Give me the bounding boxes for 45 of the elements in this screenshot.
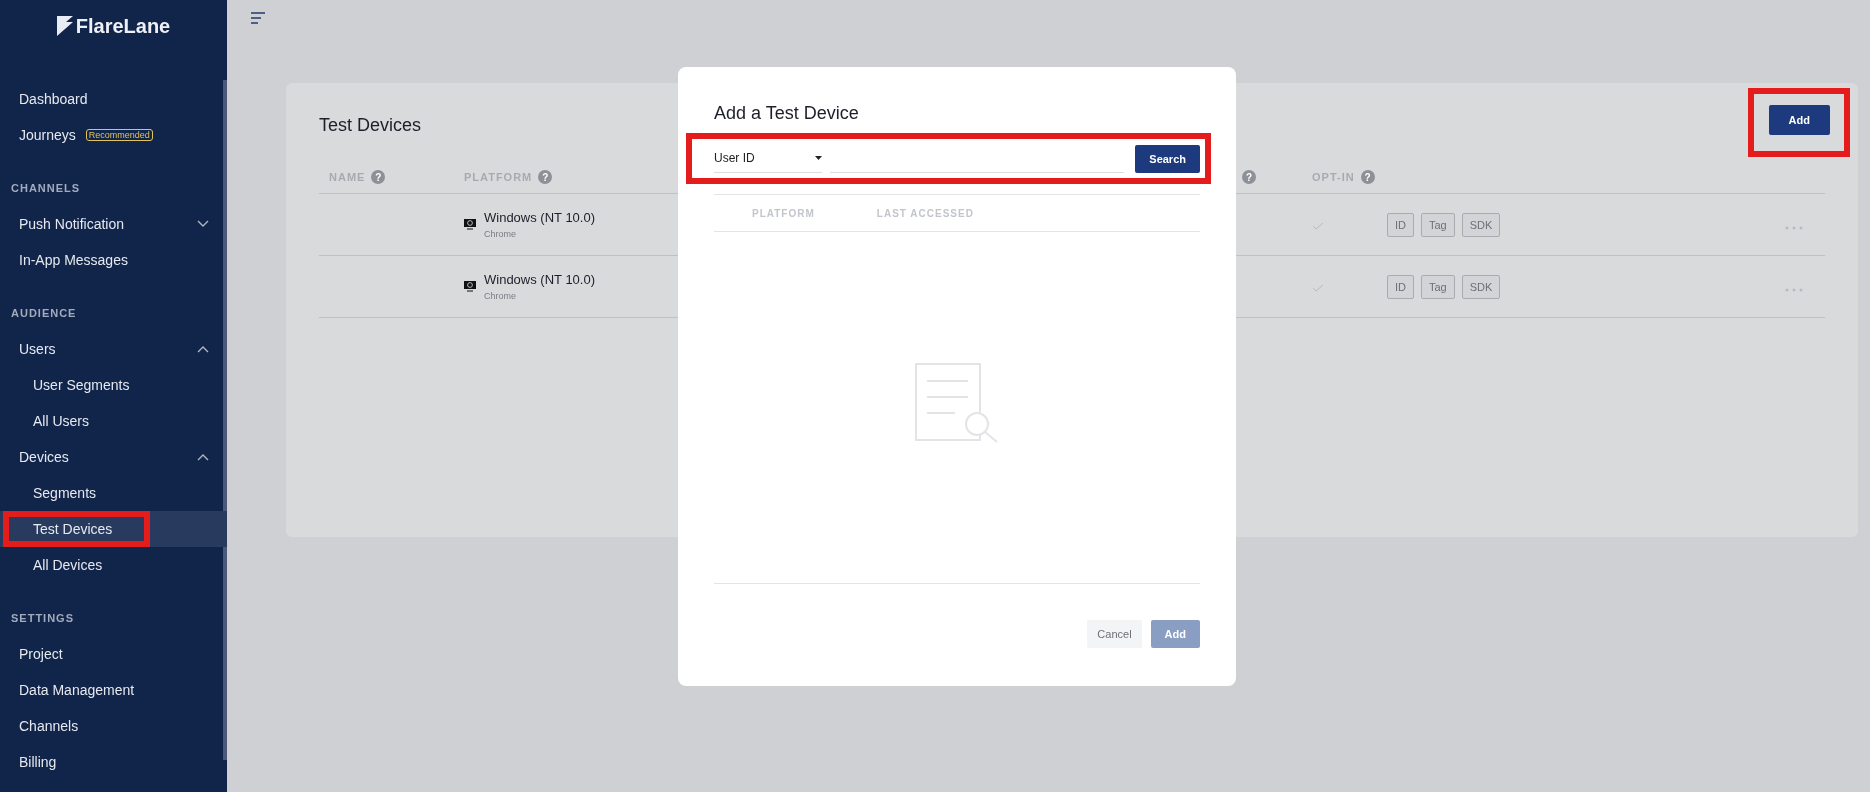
column-header: LAST ACCESSED xyxy=(876,207,974,219)
nav-item[interactable]: Journeys Recommended xyxy=(0,117,227,153)
nav-item[interactable]: Push Notification xyxy=(0,206,227,242)
section-heading: CHANNELS xyxy=(10,181,82,196)
browser-name: Chrome xyxy=(484,291,517,301)
nav-subitem[interactable]: Test Devices xyxy=(0,511,227,547)
dialog-title: Add a Test Device xyxy=(714,103,860,124)
browser-name: Chrome xyxy=(484,229,517,239)
action-tag-button[interactable]: SDK xyxy=(1461,212,1501,237)
section-heading: AUDIENCE xyxy=(10,306,78,321)
nav-item[interactable]: Project xyxy=(0,636,227,672)
nav-item[interactable]: Channels xyxy=(0,708,227,744)
nav-subitem[interactable]: Segments xyxy=(0,475,227,511)
search-type-dropdown[interactable]: User ID xyxy=(714,143,822,173)
column-header: PLATFORM xyxy=(752,207,815,219)
nav-item[interactable]: Billing xyxy=(0,744,227,780)
chevron-up-icon[interactable] xyxy=(197,453,209,461)
page-title: Test Devices xyxy=(319,115,422,136)
action-tag-button[interactable]: Tag xyxy=(1421,212,1455,237)
chevron-down-icon[interactable] xyxy=(197,220,209,228)
cancel-button[interactable]: Cancel xyxy=(1087,620,1142,648)
logo-text: FlareLane xyxy=(75,14,171,38)
platform-name: Windows (NT 10.0) xyxy=(484,210,595,225)
nav-subitem[interactable]: All Devices xyxy=(0,547,227,583)
caret-icon xyxy=(815,155,822,160)
action-tag-button[interactable]: SDK xyxy=(1461,274,1501,299)
search-button[interactable]: Search xyxy=(1135,145,1200,173)
add-button[interactable]: Add xyxy=(1768,105,1830,135)
flame-logo-icon xyxy=(56,16,73,36)
monitor-globe-icon xyxy=(464,281,476,292)
monitor-globe-icon xyxy=(464,219,476,230)
nav-subitem[interactable]: User Segments xyxy=(0,367,227,403)
menu-icon[interactable] xyxy=(251,12,265,24)
platform-name: Windows (NT 10.0) xyxy=(484,272,595,287)
nav-subitem[interactable]: All Users xyxy=(0,403,227,439)
chevron-up-icon[interactable] xyxy=(197,345,209,353)
section-heading: SETTINGS xyxy=(10,611,75,626)
document-search-icon xyxy=(915,362,999,443)
recommended-badge: Recommended xyxy=(85,129,153,141)
nav-item[interactable]: Dashboard xyxy=(0,81,227,117)
nav-item[interactable]: In-App Messages xyxy=(0,242,227,278)
nav-item[interactable]: Devices xyxy=(0,439,227,475)
nav-item[interactable]: Data Management xyxy=(0,672,227,708)
action-tag-button[interactable]: Tag xyxy=(1421,274,1455,299)
nav-item[interactable]: Users xyxy=(0,331,227,367)
